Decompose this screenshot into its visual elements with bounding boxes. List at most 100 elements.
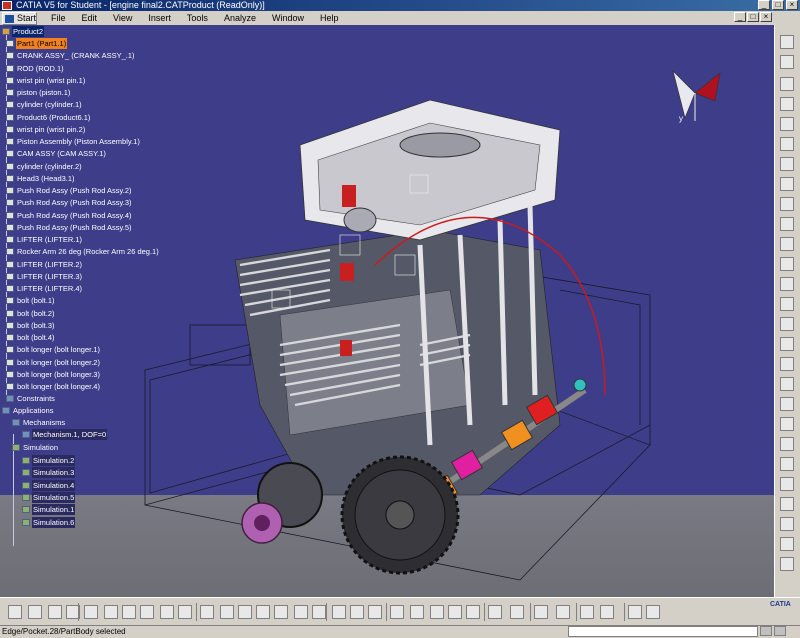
tree-simulation-item[interactable]: Simulation.1	[22, 504, 76, 516]
toolbar-tool-icon[interactable]	[780, 35, 794, 49]
doc-maximize-button[interactable]: □	[747, 12, 759, 22]
toolbar-tool-icon[interactable]	[780, 557, 794, 571]
close-button[interactable]: ×	[786, 0, 798, 10]
doc-close-button[interactable]: ×	[760, 12, 772, 22]
tree-item[interactable]: wrist pin (wrist pin.1)	[6, 75, 86, 86]
standard-tool-icon[interactable]	[220, 605, 234, 619]
tree-simulation-item[interactable]: Simulation.5	[22, 491, 76, 503]
tree-item[interactable]: Push Rod Assy (Push Rod Assy.5)	[6, 222, 133, 233]
power-input-icon[interactable]	[760, 626, 772, 636]
standard-tool-icon[interactable]	[556, 605, 570, 619]
tree-item[interactable]: cylinder (cylinder.2)	[6, 161, 83, 172]
tree-item[interactable]: bolt longer (bolt longer.3)	[6, 369, 101, 380]
toolbar-tool-icon[interactable]	[780, 357, 794, 371]
menu-analyze[interactable]: Analyze	[216, 11, 264, 25]
toolbar-tool-icon[interactable]	[780, 417, 794, 431]
3d-viewport[interactable]: Product2 Part1 (Part1.1) CRANK ASSY_ (CRA…	[0, 25, 774, 597]
tree-item[interactable]: bolt (bolt.3)	[6, 320, 56, 331]
toolbar-tool-icon[interactable]	[780, 97, 794, 111]
standard-tool-icon[interactable]	[448, 605, 462, 619]
tree-applications[interactable]: Applications	[2, 405, 54, 416]
tree-item[interactable]: CAM ASSY (CAM ASSY.1)	[6, 148, 107, 159]
tree-item[interactable]: LIFTER (LIFTER.3)	[6, 271, 83, 282]
standard-tool-icon[interactable]	[410, 605, 424, 619]
tree-item[interactable]: bolt (bolt.4)	[6, 332, 56, 343]
standard-tool-icon[interactable]	[200, 605, 214, 619]
toolbar-tool-icon[interactable]	[780, 437, 794, 451]
menu-tools[interactable]: Tools	[179, 11, 216, 25]
standard-tool-icon[interactable]	[466, 605, 480, 619]
tree-item[interactable]: Constraints	[6, 393, 56, 404]
toolbar-tool-icon[interactable]	[780, 337, 794, 351]
tree-item[interactable]: Product6 (Product6.1)	[6, 112, 91, 123]
standard-tool-icon[interactable]	[600, 605, 614, 619]
command-input[interactable]	[568, 626, 758, 637]
tree-simulation-item[interactable]: Simulation.2	[22, 455, 76, 466]
tree-simulation-item[interactable]: Simulation.6	[22, 516, 76, 528]
minimize-button[interactable]: _	[758, 0, 770, 10]
menu-start[interactable]: Start	[2, 11, 38, 25]
standard-tool-icon[interactable]	[294, 605, 308, 619]
menu-help[interactable]: Help	[312, 11, 347, 25]
standard-tool-icon[interactable]	[140, 605, 154, 619]
tree-item[interactable]: Head3 (Head3.1)	[6, 173, 76, 184]
toolbar-tool-icon[interactable]	[780, 117, 794, 131]
tree-item[interactable]: bolt longer (bolt longer.1)	[6, 344, 101, 355]
compass-widget[interactable]: y x	[665, 63, 725, 123]
tree-item[interactable]: CRANK ASSY_ (CRANK ASSY_.1)	[6, 50, 136, 61]
standard-tool-icon[interactable]	[510, 605, 524, 619]
standard-tool-icon[interactable]	[178, 605, 192, 619]
tree-item[interactable]: LIFTER (LIFTER.1)	[6, 234, 83, 245]
standard-tool-icon[interactable]	[84, 605, 98, 619]
tree-item[interactable]: Piston Assembly (Piston Assembly.1)	[6, 136, 141, 147]
standard-tool-icon[interactable]	[48, 605, 62, 619]
toolbar-tool-icon[interactable]	[780, 137, 794, 151]
tree-root[interactable]: Product2	[2, 26, 45, 37]
tree-simulation[interactable]: Simulation	[12, 442, 59, 453]
toolbar-tool-icon[interactable]	[780, 397, 794, 411]
tree-item[interactable]: Push Rod Assy (Push Rod Assy.2)	[6, 185, 133, 196]
toolbar-tool-icon[interactable]	[780, 157, 794, 171]
toolbar-tool-icon[interactable]	[780, 55, 794, 69]
toolbar-tool-icon[interactable]	[780, 517, 794, 531]
standard-tool-icon[interactable]	[28, 605, 42, 619]
tree-item[interactable]: wrist pin (wrist pin.2)	[6, 124, 86, 135]
tree-item[interactable]: bolt longer (bolt longer.4)	[6, 381, 101, 392]
standard-tool-icon[interactable]	[390, 605, 404, 619]
toolbar-tool-icon[interactable]	[780, 477, 794, 491]
menu-window[interactable]: Window	[264, 11, 312, 25]
standard-tool-icon[interactable]	[312, 605, 326, 619]
standard-tool-icon[interactable]	[104, 605, 118, 619]
standard-tool-icon[interactable]	[488, 605, 502, 619]
standard-tool-icon[interactable]	[350, 605, 364, 619]
standard-tool-icon[interactable]	[646, 605, 660, 619]
tree-item[interactable]: ROD (ROD.1)	[6, 63, 65, 74]
toolbar-tool-icon[interactable]	[780, 297, 794, 311]
tree-simulation-item[interactable]: Simulation.4	[22, 479, 76, 491]
doc-minimize-button[interactable]: _	[734, 12, 746, 22]
standard-tool-icon[interactable]	[160, 605, 174, 619]
tree-mechanisms[interactable]: Mechanisms	[12, 417, 66, 428]
tree-item[interactable]: bolt (bolt.2)	[6, 308, 56, 319]
toolbar-tool-icon[interactable]	[780, 77, 794, 91]
menu-view[interactable]: View	[105, 11, 140, 25]
tree-item[interactable]: Push Rod Assy (Push Rod Assy.4)	[6, 210, 133, 221]
toolbar-tool-icon[interactable]	[780, 277, 794, 291]
toolbar-tool-icon[interactable]	[780, 317, 794, 331]
tree-item[interactable]: LIFTER (LIFTER.4)	[6, 283, 83, 294]
toolbar-tool-icon[interactable]	[780, 497, 794, 511]
standard-tool-icon[interactable]	[580, 605, 594, 619]
tree-item[interactable]: Part1 (Part1.1)	[6, 38, 68, 49]
toolbar-tool-icon[interactable]	[780, 217, 794, 231]
tree-item[interactable]: bolt longer (bolt longer.2)	[6, 357, 101, 368]
tree-simulation-item[interactable]: Simulation.3	[22, 467, 76, 479]
toolbar-tool-icon[interactable]	[780, 457, 794, 471]
toolbar-tool-icon[interactable]	[780, 177, 794, 191]
toolbar-tool-icon[interactable]	[780, 537, 794, 551]
tree-item[interactable]: Push Rod Assy (Push Rod Assy.3)	[6, 197, 133, 208]
standard-tool-icon[interactable]	[368, 605, 382, 619]
tree-mechanism-1[interactable]: Mechanism.1, DOF=0	[22, 429, 108, 440]
standard-tool-icon[interactable]	[332, 605, 346, 619]
standard-tool-icon[interactable]	[534, 605, 548, 619]
standard-tool-icon[interactable]	[256, 605, 270, 619]
